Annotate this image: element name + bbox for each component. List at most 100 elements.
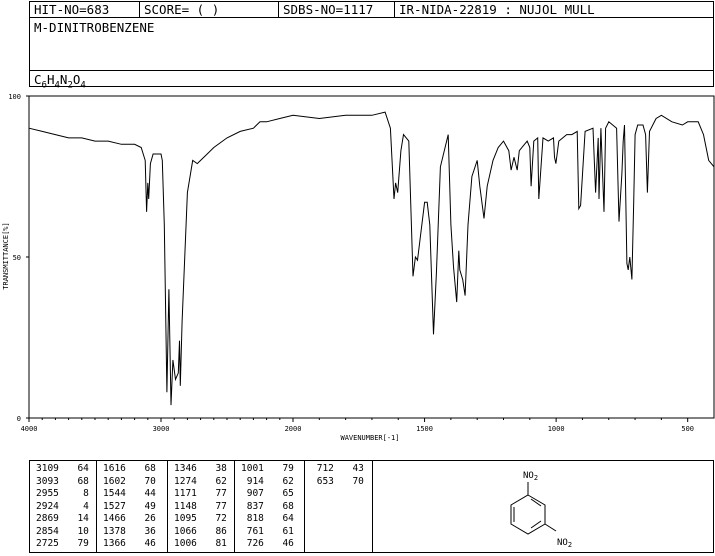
peak-row: 1346 38: [174, 463, 227, 474]
peak-wavenumber: 1527: [103, 500, 126, 512]
peak-row: 1095 72: [174, 513, 227, 524]
peak-transmittance: 14: [77, 513, 89, 524]
peak-row: 712 43: [311, 463, 364, 474]
peak-wavenumber: 1274: [174, 475, 197, 487]
peak-wavenumber: 1095: [174, 513, 197, 524]
peak-transmittance: 77: [215, 500, 227, 512]
x-tick-label: 2000: [285, 425, 302, 433]
peak-row: 1527 49: [103, 501, 156, 512]
peak-wavenumber: 1544: [103, 488, 126, 499]
peak-transmittance: 62: [282, 475, 294, 487]
peak-transmittance: 68: [282, 500, 294, 512]
peak-row: 1148 77: [174, 501, 227, 512]
peak-row: 2725 79: [36, 538, 89, 549]
peak-wavenumber: 653: [311, 475, 334, 487]
peak-transmittance: 62: [215, 475, 227, 487]
peak-wavenumber: 1466: [103, 513, 126, 524]
peak-transmittance: 38: [215, 463, 227, 474]
nitro-group-top: NO2: [523, 471, 538, 482]
peak-wavenumber: 1171: [174, 488, 197, 499]
structure-panel: NO2 NO2: [373, 461, 713, 552]
peak-transmittance: 68: [144, 463, 156, 474]
y-axis: 0 50 100: [8, 93, 29, 423]
y-tick-label: 50: [13, 254, 21, 262]
peak-transmittance: 70: [352, 475, 364, 487]
peak-row: 761 61: [241, 526, 294, 537]
peak-transmittance: 49: [144, 500, 156, 512]
peak-column: 1346 38 1274 62 1171 77 1148 77 1095 72 1066 86 1006…: [168, 461, 235, 552]
peak-wavenumber: 3109: [36, 463, 59, 474]
peak-transmittance: 46: [282, 538, 294, 549]
peak-wavenumber: 1366: [103, 538, 126, 549]
peak-row: 2955 8: [36, 488, 89, 499]
peak-wavenumber: 1066: [174, 525, 197, 537]
peak-wavenumber: 726: [241, 538, 264, 549]
x-tick-label: 1500: [416, 425, 433, 433]
peak-transmittance: 72: [215, 513, 227, 524]
x-axis: 4000 3000 2000 1500 1000 500: [21, 418, 694, 433]
bond-to-no2-right: [544, 523, 557, 532]
peak-row: 818 64: [241, 513, 294, 524]
peak-transmittance: 64: [77, 463, 89, 474]
peak-wavenumber: 1346: [174, 463, 197, 474]
peak-wavenumber: 907: [241, 488, 264, 499]
peak-wavenumber: 837: [241, 500, 264, 512]
peak-transmittance: 65: [282, 488, 294, 499]
peak-row: 2854 10: [36, 526, 89, 537]
peak-wavenumber: 1378: [103, 525, 126, 537]
peak-transmittance: 4: [83, 500, 89, 512]
peak-transmittance: 64: [282, 513, 294, 524]
peak-row: 1006 81: [174, 538, 227, 549]
peak-column: 1616 68 1602 70 1544 44 1527 49 1466 26 1378 36 1366…: [97, 461, 168, 552]
y-axis-label: TRANSMITTANCE[%]: [2, 222, 10, 289]
peak-wavenumber: 2854: [36, 525, 59, 537]
peak-row: 3093 68: [36, 476, 89, 487]
peak-transmittance: 43: [352, 463, 364, 474]
x-tick-label: 500: [681, 425, 694, 433]
y-tick-label: 100: [8, 93, 21, 101]
peak-wavenumber: 1602: [103, 475, 126, 487]
peak-transmittance: 86: [215, 525, 227, 537]
peak-wavenumber: 1148: [174, 500, 197, 512]
peak-column: 712 43 653 70: [305, 461, 373, 552]
benzene-ring: [510, 482, 557, 535]
peak-row: 1066 86: [174, 526, 227, 537]
peak-row: 914 62: [241, 476, 294, 487]
nitro-group-right: NO2: [557, 538, 572, 549]
peak-row: 3109 64: [36, 463, 89, 474]
peak-transmittance: 79: [282, 463, 294, 474]
peak-row: 1378 36: [103, 526, 156, 537]
peak-row: 1602 70: [103, 476, 156, 487]
peak-transmittance: 68: [77, 475, 89, 487]
peak-wavenumber: 1006: [174, 538, 197, 549]
peak-transmittance: 10: [77, 525, 89, 537]
peak-transmittance: 70: [144, 475, 156, 487]
peak-wavenumber: 2924: [36, 500, 59, 512]
peak-wavenumber: 1001: [241, 463, 264, 474]
structure-drawing: NO2 NO2: [510, 471, 572, 549]
peak-transmittance: 77: [215, 488, 227, 499]
peak-row: 1001 79: [241, 463, 294, 474]
peak-transmittance: 46: [144, 538, 156, 549]
x-tick-label: 3000: [153, 425, 170, 433]
peak-wavenumber: 2725: [36, 538, 59, 549]
peak-wavenumber: 818: [241, 513, 264, 524]
peak-row: 1466 26: [103, 513, 156, 524]
peak-row: 837 68: [241, 501, 294, 512]
peak-row: 653 70: [311, 476, 364, 487]
peak-row: 1616 68: [103, 463, 156, 474]
peak-wavenumber: 2869: [36, 513, 59, 524]
peak-transmittance: 26: [144, 513, 156, 524]
peak-row: 2924 4: [36, 501, 89, 512]
peak-row: 1274 62: [174, 476, 227, 487]
peak-wavenumber: 914: [241, 475, 264, 487]
peak-transmittance: 81: [215, 538, 227, 549]
y-tick-label: 0: [17, 415, 21, 423]
peak-row: 1171 77: [174, 488, 227, 499]
x-tick-label: 4000: [21, 425, 38, 433]
peak-wavenumber: 712: [311, 463, 334, 474]
peak-wavenumber: 761: [241, 525, 264, 537]
peak-wavenumber: 1616: [103, 463, 126, 474]
spectrum-series: [28, 111, 715, 406]
x-axis-label: WAVENUMBER[-1]: [340, 434, 399, 442]
